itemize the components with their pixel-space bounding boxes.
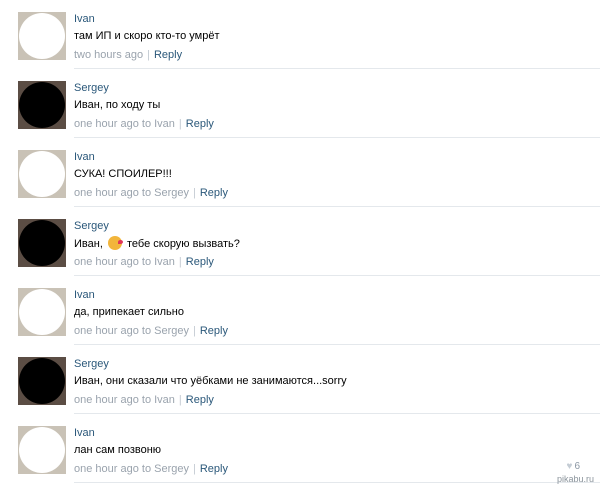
comment-time[interactable]: one hour ago to Sergey: [74, 463, 189, 475]
comment-text: СУКА! СПОИЛЕР!!!: [74, 168, 172, 180]
avatar-face: [19, 82, 65, 128]
comment-time[interactable]: two hours ago: [74, 49, 143, 61]
avatar-face: [19, 358, 65, 404]
avatar[interactable]: [18, 219, 66, 267]
reply-link[interactable]: Reply: [186, 256, 214, 268]
comment-author[interactable]: Ivan: [74, 288, 95, 302]
reply-link[interactable]: Reply: [154, 49, 182, 61]
comment-text: лан сам позвоню: [74, 444, 162, 456]
meta-separator: |: [178, 394, 182, 406]
meta-separator: |: [178, 256, 182, 268]
comment-meta: one hour ago to Sergey | Reply: [74, 324, 228, 338]
reply-link[interactable]: Reply: [200, 187, 228, 199]
comment-meta: one hour ago to Sergey | Reply: [74, 186, 228, 200]
avatar[interactable]: [18, 81, 66, 129]
comment-item: Ivan СУКА! СПОИЛЕР!!! one hour ago to Se…: [0, 138, 600, 207]
comment-item: Sergey Иван, они сказали что уёбками не …: [0, 345, 600, 414]
comment-meta: two hours ago | Reply: [74, 48, 182, 62]
comment-meta: one hour ago to Ivan | Reply: [74, 255, 214, 269]
like-count: 6: [574, 461, 580, 472]
comment-item: Ivan лан сам позвоню one hour ago to Ser…: [0, 414, 600, 483]
comment-text: там ИП и скоро кто-то умрёт: [74, 30, 220, 42]
avatar-face: [19, 220, 65, 266]
watermark: pikabu.ru: [556, 474, 594, 484]
meta-separator: |: [192, 463, 196, 475]
comment-item: Sergey Иван, по ходу ты one hour ago to …: [0, 69, 600, 138]
comment-text: Иван, они сказали что уёбками не занимаю…: [74, 375, 347, 387]
heart-icon[interactable]: ♥: [567, 461, 573, 472]
reply-link[interactable]: Reply: [186, 118, 214, 130]
comment-item: Ivan да, припекает сильно one hour ago t…: [0, 276, 600, 345]
comment-meta: one hour ago to Ivan | Reply: [74, 393, 214, 407]
comment-meta: one hour ago to Sergey | Reply: [74, 462, 228, 476]
comment-text: Иван, тебе скорую вызвать?: [74, 236, 240, 252]
meta-separator: |: [147, 49, 150, 61]
avatar-face: [19, 13, 65, 59]
comment-time[interactable]: one hour ago to Sergey: [74, 187, 189, 199]
comment-author[interactable]: Sergey: [74, 357, 109, 371]
like-counter[interactable]: ♥ 6: [567, 461, 581, 472]
comment-time[interactable]: one hour ago to Ivan: [74, 394, 175, 406]
reply-link[interactable]: Reply: [200, 463, 228, 475]
comment-item: Ivan там ИП и скоро кто-то умрёт two hou…: [0, 0, 600, 69]
avatar[interactable]: [18, 288, 66, 336]
reply-link[interactable]: Reply: [200, 325, 228, 337]
comment-text-after: тебе скорую вызвать?: [127, 238, 240, 250]
comment-time[interactable]: one hour ago to Sergey: [74, 325, 189, 337]
comment-item: Sergey Иван, тебе скорую вызвать? one ho…: [0, 207, 600, 276]
meta-separator: |: [192, 187, 196, 199]
comment-author[interactable]: Sergey: [74, 219, 109, 233]
comment-author[interactable]: Ivan: [74, 150, 95, 164]
comment-time[interactable]: one hour ago to Ivan: [74, 118, 175, 130]
meta-separator: |: [178, 118, 182, 130]
avatar-face: [19, 427, 65, 473]
reply-link[interactable]: Reply: [186, 394, 214, 406]
avatar[interactable]: [18, 426, 66, 474]
comment-time[interactable]: one hour ago to Ivan: [74, 256, 175, 268]
comment-author[interactable]: Ivan: [74, 12, 95, 26]
meta-separator: |: [192, 325, 196, 337]
comment-text-before: Иван,: [74, 238, 103, 250]
kissing-face-emoji-icon: [107, 236, 123, 250]
comment-text: да, припекает сильно: [74, 306, 184, 318]
comment-author[interactable]: Sergey: [74, 81, 109, 95]
comment-divider: [74, 482, 600, 483]
comment-author[interactable]: Ivan: [74, 426, 95, 440]
comment-meta: one hour ago to Ivan | Reply: [74, 117, 214, 131]
avatar[interactable]: [18, 150, 66, 198]
comment-text: Иван, по ходу ты: [74, 99, 161, 111]
avatar[interactable]: [18, 12, 66, 60]
avatar-face: [19, 151, 65, 197]
avatar[interactable]: [18, 357, 66, 405]
avatar-face: [19, 289, 65, 335]
